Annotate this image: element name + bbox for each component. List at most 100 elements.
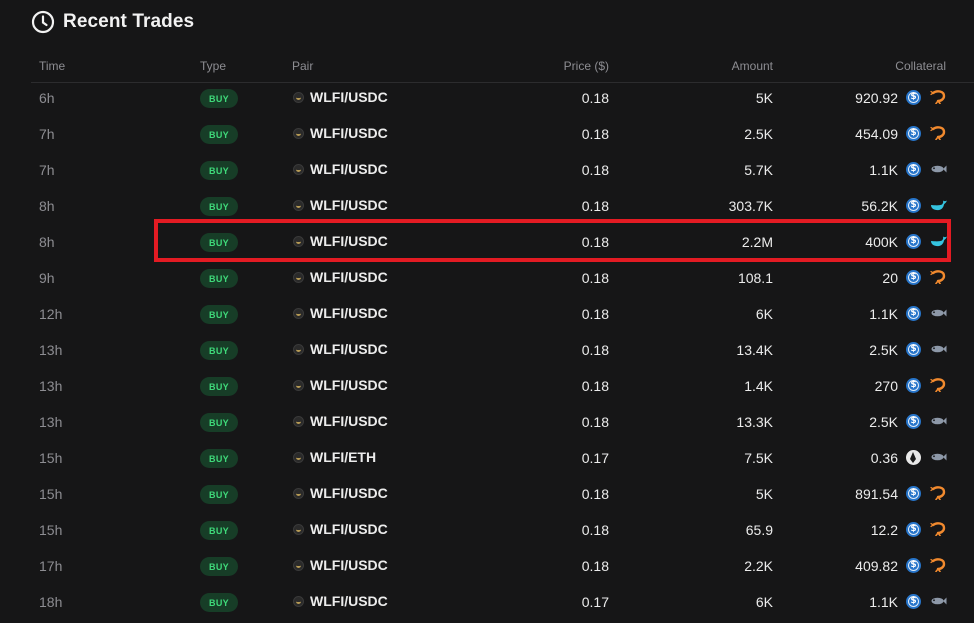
recent-trades-panel: Recent Trades Time Type Pair Price ($) A… bbox=[0, 0, 974, 623]
trade-type-badge: BUY bbox=[200, 197, 238, 216]
trade-time: 13h bbox=[39, 414, 63, 430]
trade-time: 15h bbox=[39, 486, 63, 502]
column-header-amount[interactable]: Amount bbox=[732, 59, 773, 73]
trade-pair[interactable]: WLFI/USDC bbox=[293, 197, 388, 213]
trade-pair[interactable]: WLFI/USDC bbox=[293, 233, 388, 249]
trade-row[interactable]: 7h BUY WLFI/USDC 0.18 2.5K 454.09 bbox=[31, 116, 974, 152]
trade-time: 7h bbox=[39, 126, 55, 142]
trade-row[interactable]: 15h BUY WLFI/USDC 0.18 5K 891.54 bbox=[31, 476, 974, 512]
trade-row[interactable]: 8h BUY WLFI/USDC 0.18 2.2M 400K bbox=[31, 224, 974, 260]
shrimp-icon bbox=[930, 126, 947, 141]
trade-pair[interactable]: WLFI/USDC bbox=[293, 485, 388, 501]
trade-type-badge: BUY bbox=[200, 557, 238, 576]
trade-pair-label: WLFI/USDC bbox=[310, 593, 388, 609]
clock-icon bbox=[31, 10, 55, 34]
usdc-coin-icon bbox=[906, 378, 921, 393]
trade-pair-label: WLFI/ETH bbox=[310, 449, 377, 465]
trade-price: 0.18 bbox=[581, 522, 609, 538]
trade-row[interactable]: 6h BUY WLFI/USDC 0.18 5K 920.92 bbox=[31, 80, 974, 116]
trade-pair[interactable]: WLFI/USDC bbox=[293, 413, 388, 429]
column-header-pair[interactable]: Pair bbox=[292, 59, 313, 73]
trade-pair[interactable]: WLFI/USDC bbox=[293, 377, 388, 393]
trade-amount: 7.5K bbox=[744, 450, 773, 466]
trade-amount: 6K bbox=[755, 594, 773, 610]
trade-time: 9h bbox=[39, 270, 55, 286]
trade-row[interactable]: 15h BUY WLFI/USDC 0.18 65.9 12.2 bbox=[31, 512, 974, 548]
trade-price: 0.18 bbox=[581, 90, 609, 106]
trade-row[interactable]: 8h BUY WLFI/USDC 0.18 303.7K 56.2K bbox=[31, 188, 974, 224]
trade-collateral: 12.2 bbox=[870, 522, 898, 538]
column-header-type[interactable]: Type bbox=[200, 59, 226, 73]
trade-pair-label: WLFI/USDC bbox=[310, 305, 388, 321]
column-header-collateral[interactable]: Collateral bbox=[895, 59, 946, 73]
trade-amount: 5K bbox=[755, 90, 773, 106]
trade-price: 0.18 bbox=[581, 378, 609, 394]
trade-type-badge: BUY bbox=[200, 413, 238, 432]
trade-collateral: 0.36 bbox=[870, 450, 898, 466]
usdc-coin-icon bbox=[906, 162, 921, 177]
trade-row[interactable]: 17h BUY WLFI/USDC 0.18 2.2K 409.82 bbox=[31, 548, 974, 584]
usdc-coin-icon bbox=[906, 306, 921, 321]
token-icon bbox=[293, 523, 304, 535]
trade-row[interactable]: 15h BUY WLFI/ETH 0.17 7.5K 0.36 bbox=[31, 440, 974, 476]
trade-type-badge: BUY bbox=[200, 341, 238, 360]
trade-time: 6h bbox=[39, 90, 55, 106]
trade-row[interactable]: 18h BUY WLFI/USDC 0.17 6K 1.1K bbox=[31, 584, 974, 620]
trade-pair[interactable]: WLFI/USDC bbox=[293, 89, 388, 105]
trade-time: 15h bbox=[39, 450, 63, 466]
token-icon bbox=[293, 415, 304, 427]
fish-icon bbox=[930, 594, 947, 608]
column-header-time[interactable]: Time bbox=[39, 59, 65, 73]
token-icon bbox=[293, 163, 304, 175]
trade-type-badge: BUY bbox=[200, 125, 238, 144]
trade-amount: 1.4K bbox=[744, 378, 773, 394]
trade-pair[interactable]: WLFI/USDC bbox=[293, 305, 388, 321]
usdc-coin-icon bbox=[906, 486, 921, 501]
trade-pair[interactable]: WLFI/USDC bbox=[293, 521, 388, 537]
trade-pair[interactable]: WLFI/USDC bbox=[293, 125, 388, 141]
trade-time: 13h bbox=[39, 342, 63, 358]
trade-pair[interactable]: WLFI/USDC bbox=[293, 593, 388, 609]
trade-pair[interactable]: WLFI/USDC bbox=[293, 161, 388, 177]
trade-price: 0.18 bbox=[581, 342, 609, 358]
trade-pair-label: WLFI/USDC bbox=[310, 269, 388, 285]
trade-time: 8h bbox=[39, 198, 55, 214]
trade-pair-label: WLFI/USDC bbox=[310, 485, 388, 501]
trade-row[interactable]: 13h BUY WLFI/USDC 0.18 13.4K 2.5K bbox=[31, 332, 974, 368]
trade-row[interactable]: 13h BUY WLFI/USDC 0.18 1.4K 270 bbox=[31, 368, 974, 404]
whale-icon bbox=[930, 198, 947, 212]
trade-pair[interactable]: WLFI/USDC bbox=[293, 269, 388, 285]
trade-pair[interactable]: WLFI/USDC bbox=[293, 557, 388, 573]
trade-collateral: 920.92 bbox=[855, 90, 898, 106]
trade-collateral: 1.1K bbox=[869, 162, 898, 178]
trade-price: 0.18 bbox=[581, 162, 609, 178]
trade-row[interactable]: 7h BUY WLFI/USDC 0.18 5.7K 1.1K bbox=[31, 152, 974, 188]
token-icon bbox=[293, 235, 304, 247]
trade-time: 15h bbox=[39, 522, 63, 538]
trade-pair[interactable]: WLFI/USDC bbox=[293, 341, 388, 357]
trade-price: 0.18 bbox=[581, 198, 609, 214]
shrimp-icon bbox=[930, 558, 947, 573]
usdc-coin-icon bbox=[906, 342, 921, 357]
fish-icon bbox=[930, 342, 947, 356]
fish-icon bbox=[930, 450, 947, 464]
trade-price: 0.18 bbox=[581, 414, 609, 430]
trade-price: 0.17 bbox=[581, 450, 609, 466]
trade-pair[interactable]: WLFI/ETH bbox=[293, 449, 376, 465]
trade-time: 17h bbox=[39, 558, 63, 574]
trade-pair-label: WLFI/USDC bbox=[310, 233, 388, 249]
token-icon bbox=[293, 487, 304, 499]
usdc-coin-icon bbox=[906, 234, 921, 249]
panel-header: Recent Trades bbox=[31, 9, 194, 35]
trade-row[interactable]: 9h BUY WLFI/USDC 0.18 108.1 20 bbox=[31, 260, 974, 296]
token-icon bbox=[293, 451, 304, 463]
trade-type-badge: BUY bbox=[200, 305, 238, 324]
trade-amount: 303.7K bbox=[728, 198, 773, 214]
trade-price: 0.18 bbox=[581, 234, 609, 250]
trade-row[interactable]: 13h BUY WLFI/USDC 0.18 13.3K 2.5K bbox=[31, 404, 974, 440]
token-icon bbox=[293, 559, 304, 571]
trade-collateral: 56.2K bbox=[861, 198, 898, 214]
trade-price: 0.18 bbox=[581, 558, 609, 574]
column-header-price[interactable]: Price ($) bbox=[564, 59, 609, 73]
trade-row[interactable]: 12h BUY WLFI/USDC 0.18 6K 1.1K bbox=[31, 296, 974, 332]
